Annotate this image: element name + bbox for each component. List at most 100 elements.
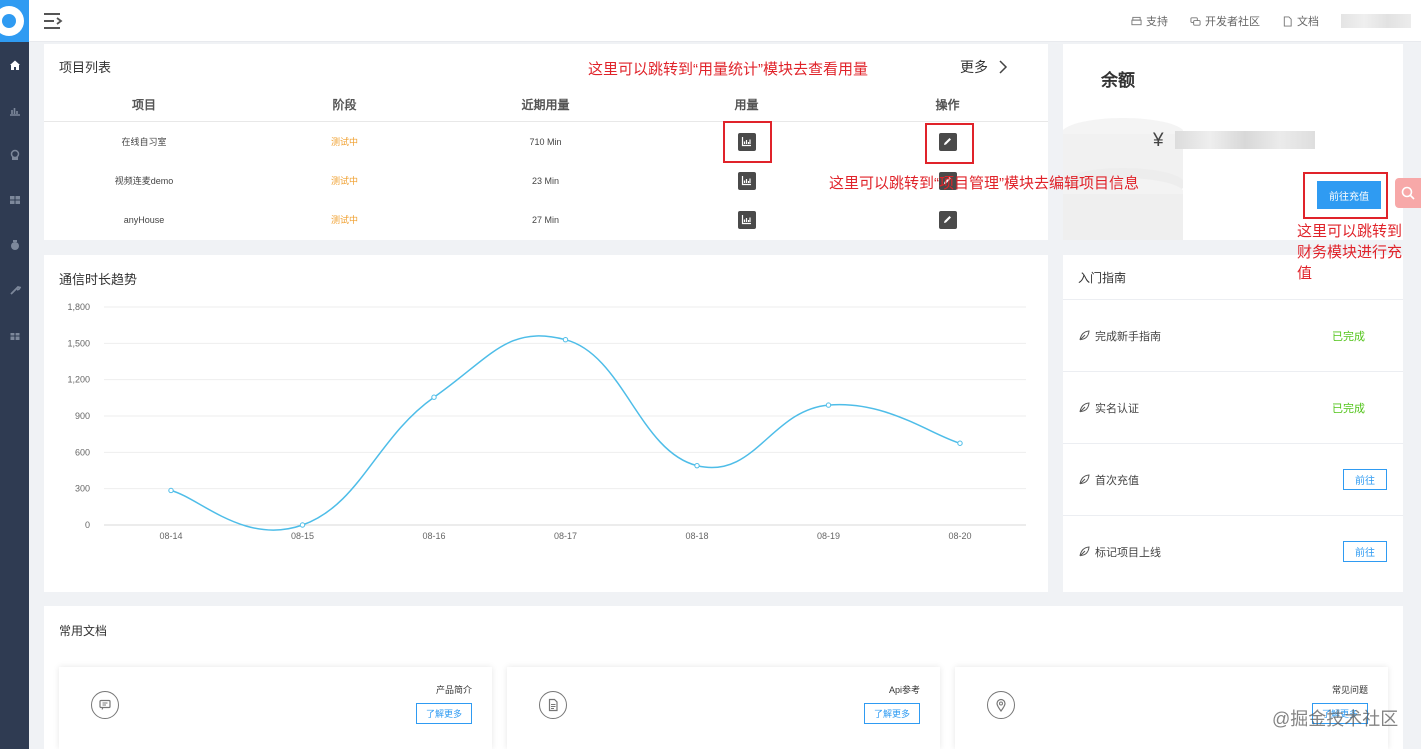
guide-title: 入门指南: [1078, 271, 1127, 285]
col-recent-usage: 近期用量: [521, 98, 570, 112]
col-usage: 用量: [734, 98, 759, 112]
col-stage: 阶段: [332, 98, 357, 112]
learn-more-button[interactable]: 了解更多: [416, 703, 472, 724]
guide-label: 完成新手指南: [1095, 330, 1161, 343]
usage-chart-icon[interactable]: [737, 210, 756, 229]
doc-card[interactable]: 产品简介 了解更多: [59, 667, 492, 749]
watermark: @掘金技术社区: [1272, 709, 1399, 729]
guide-item: 标记项目上线 前往: [1063, 515, 1403, 587]
edit-icon[interactable]: [938, 210, 957, 229]
annotation-recharge-line1: 这里可以跳转到: [1297, 223, 1403, 240]
support-link[interactable]: 支持: [1131, 13, 1168, 29]
chat-icon: [1190, 16, 1201, 26]
floating-search-icon[interactable]: [1395, 178, 1421, 208]
logo[interactable]: [0, 0, 29, 42]
currency-symbol: ¥: [1153, 130, 1164, 151]
more-link[interactable]: 更多: [960, 57, 1008, 77]
annotation-box-edit: [925, 123, 974, 164]
guide-label: 实名认证: [1095, 402, 1139, 415]
y-tick-label: 900: [75, 411, 90, 421]
y-tick-label: 600: [75, 447, 90, 457]
guide-label: 首次充值: [1095, 474, 1139, 487]
leaf-icon: [1079, 474, 1090, 485]
project-list-panel: 项目列表 更多 项目 阶段 近期用量 用量 操作 在线自习室 测试中 710 M…: [44, 44, 1048, 240]
guide-status-done: 已完成: [1332, 402, 1365, 415]
docs-label: 文档: [1297, 16, 1319, 28]
guide-status-done: 已完成: [1332, 330, 1365, 343]
guide-label: 标记项目上线: [1095, 546, 1161, 559]
sidebar: [0, 0, 29, 749]
gift-icon[interactable]: [0, 320, 29, 350]
data-point[interactable]: [168, 487, 174, 494]
guide-panel: 入门指南 完成新手指南 已完成 实名认证 已完成 首次充值 前往 标记项目上线 …: [1063, 255, 1403, 592]
leaf-icon: [1079, 330, 1090, 341]
trend-line-chart: 0 300 600 900 1,200 1,500 1,800 08-14 08-15 08-16…: [67, 302, 1026, 541]
printer-icon: [1131, 16, 1142, 25]
balance-title: 余额: [1101, 71, 1135, 90]
menu-toggle-icon[interactable]: [43, 11, 65, 31]
col-actions: 操作: [935, 98, 960, 112]
learn-more-button[interactable]: 了解更多: [864, 703, 920, 724]
leaf-icon: [1079, 402, 1090, 413]
series-line: [170, 335, 961, 531]
data-point[interactable]: [299, 522, 306, 528]
project-list-title: 项目列表: [59, 60, 112, 75]
grid-icon[interactable]: [0, 185, 29, 215]
annotation-recharge: 这里可以跳转到 财务模块进行充 值: [1297, 221, 1402, 284]
x-tick-label: 08-20: [948, 531, 971, 541]
chevron-right-icon: [999, 60, 1008, 74]
community-link[interactable]: 开发者社区: [1190, 13, 1260, 29]
trend-panel: 通信时长趋势 0 300 600 900 1,200 1,500 1,800 08-14 08-…: [44, 255, 1048, 592]
x-tick-label: 08-18: [685, 531, 708, 541]
docs-link[interactable]: 文档: [1282, 13, 1319, 29]
y-tick-label: 1,200: [67, 375, 90, 385]
docs-panel: 常用文档 产品简介 了解更多 Api参考 了解更多 常见问题 了解更多: [44, 606, 1403, 749]
project-stage: 测试中: [330, 176, 358, 186]
y-tick-label: 0: [85, 520, 90, 530]
data-point[interactable]: [825, 402, 832, 408]
annotation-recharge-line2: 财务模块进行充: [1297, 244, 1403, 261]
annotation-recharge-line3: 值: [1297, 265, 1313, 282]
message-icon: [91, 691, 119, 719]
x-tick-label: 08-16: [422, 531, 445, 541]
project-usage: 23 Min: [531, 175, 559, 186]
project-stage: 测试中: [330, 215, 358, 225]
wrench-icon[interactable]: [0, 275, 29, 305]
go-button[interactable]: 前往: [1343, 469, 1387, 490]
project-stage: 测试中: [330, 137, 358, 147]
go-button[interactable]: 前往: [1343, 541, 1387, 562]
table-row: 在线自习室 测试中 710 Min: [44, 122, 1048, 161]
leaf-icon: [1079, 546, 1090, 557]
usage-chart-icon[interactable]: [737, 171, 756, 190]
user-name-blurred[interactable]: [1341, 14, 1411, 28]
home-icon[interactable]: [0, 50, 29, 80]
x-tick-label: 08-14: [159, 531, 182, 541]
file-icon: [539, 691, 567, 719]
community-label: 开发者社区: [1205, 16, 1260, 28]
data-point[interactable]: [431, 394, 437, 400]
doc-card[interactable]: Api参考 了解更多: [507, 667, 940, 749]
x-tick-label: 08-15: [291, 531, 314, 541]
bar-chart-icon[interactable]: [0, 95, 29, 125]
doc-name: 常见问题: [1331, 685, 1368, 695]
doc-name: Api参考: [888, 685, 920, 695]
project-name: anyHouse: [123, 214, 165, 225]
guide-item: 首次充值 前往: [1063, 443, 1403, 515]
data-point[interactable]: [562, 337, 569, 343]
project-name: 视频连麦demo: [114, 176, 174, 186]
more-label: 更多: [960, 59, 988, 75]
y-tick-label: 1,800: [67, 302, 90, 312]
guide-item: 完成新手指南 已完成: [1063, 299, 1403, 371]
project-name: 在线自习室: [121, 137, 167, 147]
docs-title: 常用文档: [59, 624, 108, 638]
annotation-usage: 这里可以跳转到“用量统计”模块去查看用量: [588, 61, 868, 78]
project-usage: 27 Min: [531, 214, 559, 225]
broadcast-icon[interactable]: [0, 140, 29, 170]
data-point[interactable]: [957, 440, 963, 446]
wallet-icon[interactable]: [0, 230, 29, 260]
data-point[interactable]: [694, 462, 700, 469]
table-header: 项目 阶段 近期用量 用量 操作: [44, 96, 1048, 122]
document-icon: [1283, 15, 1292, 27]
annotation-box-recharge: [1303, 172, 1388, 219]
guide-item: 实名认证 已完成: [1063, 371, 1403, 443]
